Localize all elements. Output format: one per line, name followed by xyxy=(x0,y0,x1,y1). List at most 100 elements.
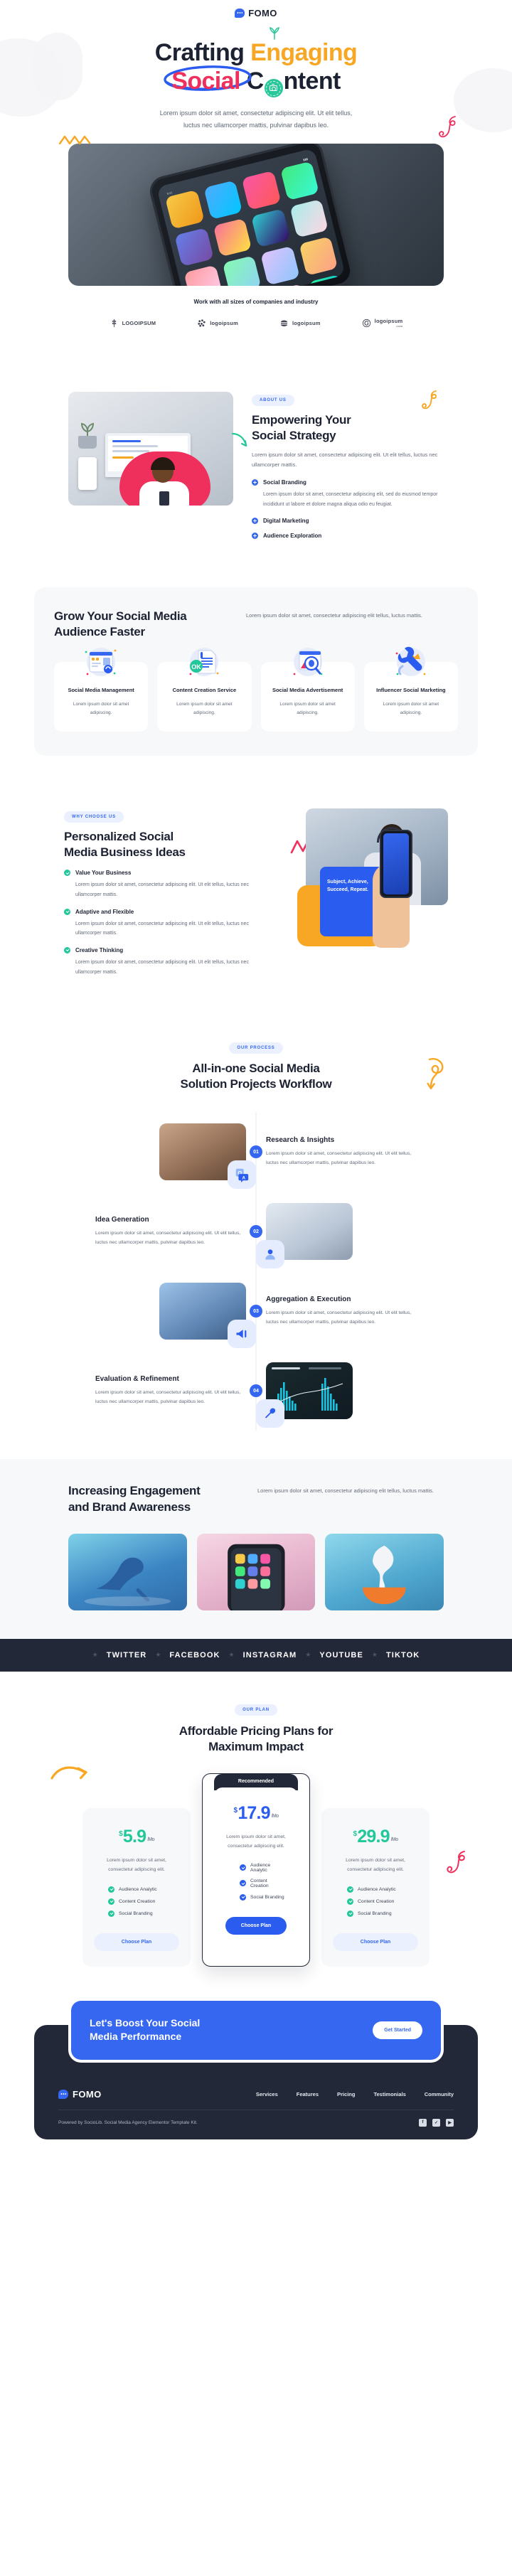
why-item-title: Value Your Business xyxy=(75,870,132,877)
spiral-decor-icon xyxy=(447,1850,465,1873)
accordion-header[interactable]: Digital Marketing xyxy=(252,518,444,525)
process-section: OUR PROCESS All-in-one Social Media Solu… xyxy=(0,1014,512,1448)
why-item-header: Creative Thinking xyxy=(64,946,274,953)
bug-search-icon xyxy=(293,647,323,676)
why-choose-section: WHY CHOOSE US Personalized Social Media … xyxy=(0,777,512,1014)
app-icon[interactable] xyxy=(298,236,338,276)
logo-item: logoipsum xyxy=(197,318,238,328)
accordion-header[interactable]: Audience Exploration xyxy=(252,533,444,540)
service-desc: Lorem ipsum dolor sit amet adipiscing. xyxy=(279,702,336,716)
facebook-icon[interactable]: f xyxy=(419,2118,427,2127)
marquee-item-facebook[interactable]: FACEBOOK xyxy=(169,1651,220,1660)
why-item-header: Value Your Business xyxy=(64,870,274,877)
app-icon[interactable] xyxy=(308,274,346,287)
step-text-col: Aggregation & Execution Lorem ipsum dolo… xyxy=(256,1295,427,1327)
accordion-header[interactable]: Social Branding xyxy=(252,479,444,486)
gallery-title-line2: and Brand Awareness xyxy=(68,1500,191,1514)
why-item: Creative Thinking Lorem ipsum dolor sit … xyxy=(64,946,274,977)
choose-plan-button[interactable]: Choose Plan xyxy=(333,1933,418,1951)
logo-label: LOGOIPSUM xyxy=(122,319,156,326)
accordion-item[interactable]: Audience Exploration xyxy=(252,533,444,540)
step-text-col: Idea Generation Lorem ipsum dolor sit am… xyxy=(85,1216,256,1248)
pricing-section: OUR PLAN Affordable Pricing Plans for Ma… xyxy=(0,1672,512,1988)
step-image-col xyxy=(85,1283,256,1349)
youtube-icon[interactable]: ▶ xyxy=(446,2118,454,2127)
spiral-logo-icon xyxy=(362,319,370,328)
marquee-item-instagram[interactable]: INSTAGRAM xyxy=(243,1651,297,1660)
footer-logo[interactable]: FOMO xyxy=(58,2089,102,2100)
svg-text:A: A xyxy=(242,1176,245,1181)
app-icon[interactable] xyxy=(250,208,291,248)
app-icon[interactable] xyxy=(213,218,252,257)
plan-price: $5.9/Mo xyxy=(94,1827,179,1847)
plan-feature: Social Branding xyxy=(240,1893,287,1901)
footer-link-community[interactable]: Community xyxy=(425,2091,454,2097)
marquee-item-tiktok[interactable]: TIKTOK xyxy=(386,1651,420,1660)
accordion-item[interactable]: Social Branding Lorem ipsum dolor sit am… xyxy=(252,479,444,509)
app-icon[interactable] xyxy=(260,246,300,286)
marquee-item-twitter[interactable]: TWITTER xyxy=(107,1651,147,1660)
footer-link-features[interactable]: Features xyxy=(297,2091,319,2097)
check-icon xyxy=(108,1898,114,1905)
process-step: Evaluation & Refinement Lorem ipsum dolo… xyxy=(85,1351,427,1431)
step-body: Lorem ipsum dolor sit amet, consectetur … xyxy=(266,1151,412,1166)
hero-title-ontent: ntent xyxy=(283,68,341,95)
app-icon[interactable] xyxy=(174,228,214,267)
footer-brand-name: FOMO xyxy=(73,2088,102,2100)
pricing-card-basic: $5.9/Mo Lorem ipsum dolor sit amet, cons… xyxy=(82,1807,191,1967)
plan-period: /Mo xyxy=(390,1837,398,1842)
service-card[interactable]: Social Media Management Lorem ipsum dolo… xyxy=(54,647,149,732)
app-icon[interactable] xyxy=(270,284,309,287)
app-icon[interactable] xyxy=(203,180,243,220)
choose-plan-button[interactable]: Choose Plan xyxy=(94,1933,179,1951)
gallery-item[interactable] xyxy=(325,1533,444,1610)
app-icon[interactable] xyxy=(279,161,319,201)
app-icon[interactable] xyxy=(183,265,223,287)
footer-link-services[interactable]: Services xyxy=(256,2091,278,2097)
why-item: Value Your Business Lorem ipsum dolor si… xyxy=(64,870,274,899)
plus-icon xyxy=(252,518,258,525)
gallery-item[interactable] xyxy=(68,1533,187,1610)
service-card[interactable]: Social Media Advertisement Lorem ipsum d… xyxy=(260,647,355,732)
twitter-icon[interactable]: ✓ xyxy=(432,2118,440,2127)
service-card[interactable]: Influencer Social Marketing Lorem ipsum … xyxy=(363,646,458,732)
pricing-plans: $5.9/Mo Lorem ipsum dolor sit amet, cons… xyxy=(0,1773,512,1967)
process-badge: OUR PROCESS xyxy=(229,1042,283,1054)
pot-decor xyxy=(78,436,97,449)
plan-features: Audience Analytic Content Creation Socia… xyxy=(94,1886,179,1917)
footer-link-pricing[interactable]: Pricing xyxy=(337,2091,355,2097)
star-icon: ★ xyxy=(92,1651,98,1659)
brand-name: FOMO xyxy=(248,7,277,18)
service-card[interactable]: OK Content Creation Service Lorem ipsum … xyxy=(157,647,252,732)
user-idea-icon xyxy=(256,1240,284,1269)
step-body: Lorem ipsum dolor sit amet, consectetur … xyxy=(266,1310,412,1325)
choose-plan-button[interactable]: Choose Plan xyxy=(225,1916,287,1935)
marquee-item-youtube[interactable]: YOUTUBE xyxy=(319,1651,363,1660)
dots-logo-icon xyxy=(198,319,206,327)
logo-item: LOGOIPSUM xyxy=(110,318,156,328)
hero-photo-wrapper: 9:41 ▮▮▮ Work with all sizes of companie… xyxy=(68,144,444,305)
footer-copyright: Powered by SocioLib. Social Media Agency… xyxy=(58,2120,198,2125)
plan-price: $29.9/Mo xyxy=(333,1827,418,1847)
brand-logo[interactable]: FOMO xyxy=(235,8,277,18)
app-icon[interactable] xyxy=(241,171,281,210)
footer-link-testimonials[interactable]: Testimonials xyxy=(373,2091,405,2097)
about-title-line1: Empowering Your xyxy=(252,413,351,427)
plan-feature: Social Branding xyxy=(347,1910,418,1917)
app-icon[interactable] xyxy=(289,198,329,239)
wheat-logo-icon xyxy=(112,319,117,327)
app-icon[interactable] xyxy=(222,255,262,287)
hero-social-wrap: Social xyxy=(164,65,252,95)
plan-feature: Content Creation xyxy=(347,1898,418,1905)
service-desc: Lorem ipsum dolor sit amet adipiscing. xyxy=(176,702,233,716)
hero-title-social: Social xyxy=(171,68,240,95)
about-intro: Lorem ipsum dolor sit amet, consectetur … xyxy=(252,451,438,468)
app-icon[interactable] xyxy=(165,190,205,230)
gallery-item[interactable] xyxy=(196,1533,316,1610)
get-started-button[interactable]: Get Started xyxy=(373,2021,422,2039)
accordion-item[interactable]: Digital Marketing xyxy=(252,518,444,525)
qa-translate-icon: Q A xyxy=(228,1160,256,1190)
check-icon xyxy=(240,1893,246,1901)
plan-feature: Audience Analytic xyxy=(108,1886,179,1893)
process-title-line2: Solution Projects Workflow xyxy=(180,1077,332,1091)
